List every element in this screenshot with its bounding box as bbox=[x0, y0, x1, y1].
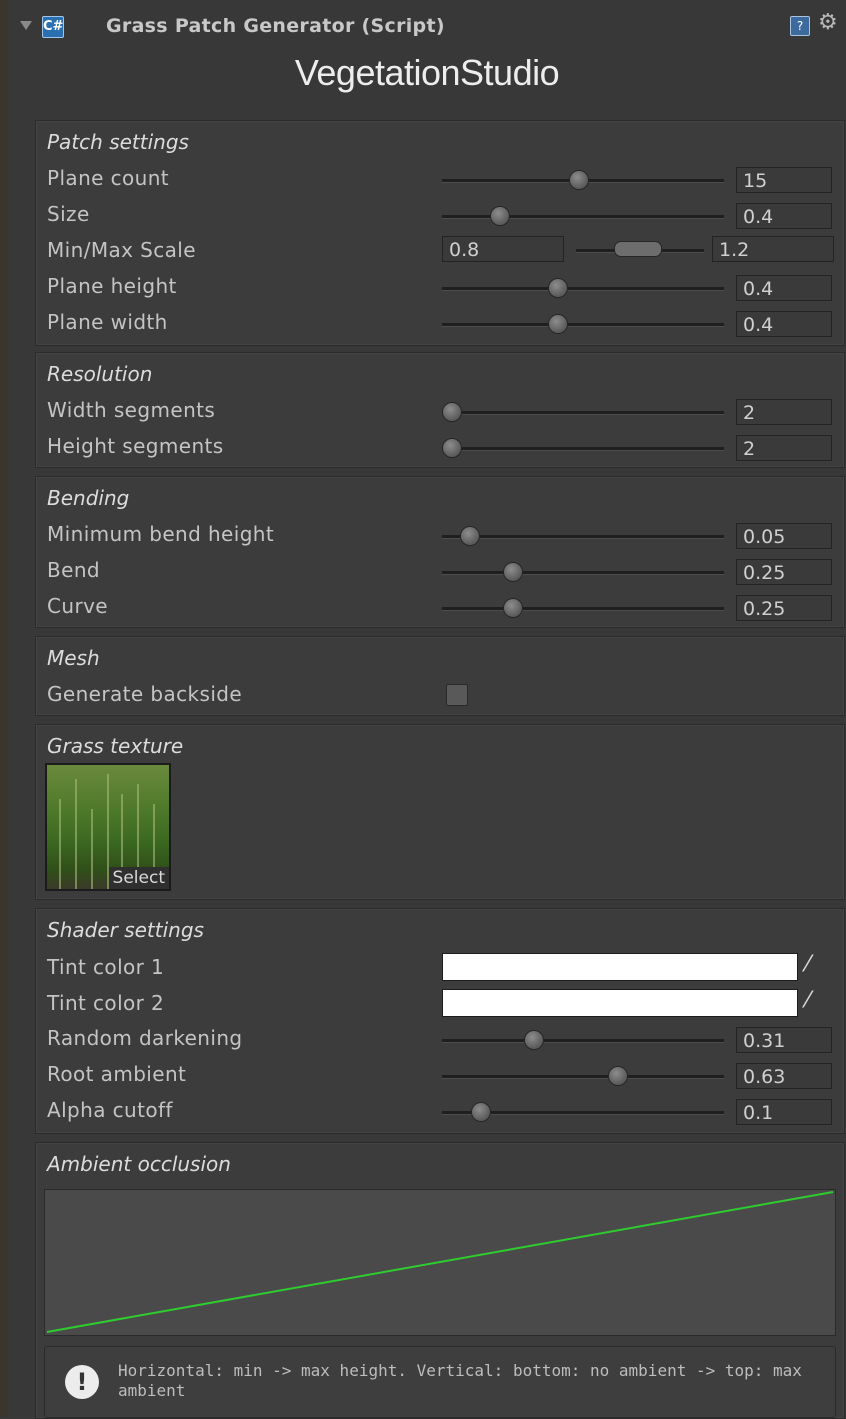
logo-text-right: Studio bbox=[460, 52, 560, 93]
slider-thumb[interactable] bbox=[608, 1066, 629, 1086]
component-title: Grass Patch Generator (Script) bbox=[106, 15, 445, 37]
slider-value-field[interactable]: 0.63 bbox=[736, 1063, 832, 1089]
slider-track[interactable] bbox=[442, 1039, 724, 1043]
slider-track[interactable] bbox=[442, 447, 724, 451]
slider-row-label: Plane count bbox=[47, 166, 170, 190]
slider-row-label: Size bbox=[47, 202, 90, 226]
component-header: C# Grass Patch Generator (Script) ? ⚙ Ve… bbox=[8, 0, 846, 108]
fold-arrow-icon[interactable] bbox=[20, 21, 32, 30]
slider-value-field[interactable]: 0.1 bbox=[736, 1099, 832, 1125]
tint-color-1-label: Tint color 1 bbox=[47, 955, 165, 979]
slider-thumb[interactable] bbox=[568, 170, 589, 190]
bending-section: Bending Minimum bend height 0.05 Bend 0.25 C… bbox=[35, 476, 845, 628]
slider-thumb[interactable] bbox=[471, 1102, 492, 1122]
eyedropper-icon[interactable]: ⁄ bbox=[806, 952, 810, 977]
tint-color-2-field[interactable] bbox=[442, 989, 798, 1017]
section-title: Mesh bbox=[47, 646, 100, 670]
section-title: Ambient occlusion bbox=[47, 1152, 231, 1176]
slider-value-field[interactable]: 0.05 bbox=[736, 523, 832, 549]
section-title: Bending bbox=[47, 486, 130, 510]
slider-row-label: Height segments bbox=[47, 434, 224, 458]
ao-curve-field[interactable] bbox=[44, 1189, 836, 1336]
section-title: Grass texture bbox=[47, 734, 184, 758]
help-box: ! Horizontal: min -> max height. Vertica… bbox=[44, 1346, 836, 1418]
slider-value-field[interactable]: 2 bbox=[736, 435, 832, 461]
help-book-icon[interactable]: ? bbox=[790, 16, 810, 36]
eyedropper-icon[interactable]: ⁄ bbox=[806, 988, 810, 1013]
csharp-script-icon: C# bbox=[42, 16, 64, 38]
slider-thumb[interactable] bbox=[547, 314, 568, 334]
slider-row-label: Width segments bbox=[47, 398, 216, 422]
grass-blade bbox=[59, 799, 61, 889]
slider-row-label: Random darkening bbox=[47, 1026, 243, 1050]
grass-texture-slot[interactable]: Select bbox=[45, 763, 171, 891]
section-title: Shader settings bbox=[47, 918, 204, 942]
slider-thumb[interactable] bbox=[523, 1030, 544, 1050]
section-title: Resolution bbox=[47, 362, 153, 386]
grass-blade bbox=[75, 779, 77, 889]
info-icon: ! bbox=[65, 1365, 99, 1399]
slider-track[interactable] bbox=[442, 1075, 724, 1079]
generate-backside-label: Generate backside bbox=[47, 682, 243, 706]
slider-thumb[interactable] bbox=[502, 598, 523, 618]
slider-track[interactable] bbox=[442, 411, 724, 415]
mesh-section: Mesh Generate backside bbox=[35, 636, 845, 716]
left-edge-strip bbox=[0, 0, 8, 1417]
slider-thumb[interactable] bbox=[547, 278, 568, 298]
min-scale-field[interactable]: 0.8 bbox=[442, 236, 564, 262]
slider-track[interactable] bbox=[442, 535, 724, 539]
slider-thumb[interactable] bbox=[460, 526, 481, 546]
grass-blade bbox=[91, 809, 93, 889]
slider-thumb[interactable] bbox=[502, 562, 523, 582]
patch-settings-section: Patch settings Plane count 15 Size 0.4 Plane… bbox=[35, 120, 845, 346]
grass-texture-section: Grass texture Select bbox=[35, 724, 845, 900]
ambient-occlusion-section: Ambient occlusion ! Horizontal: min -> m… bbox=[35, 1142, 845, 1419]
slider-thumb[interactable] bbox=[442, 402, 462, 422]
slider-thumb[interactable] bbox=[489, 206, 510, 226]
slider-row-label: Bend bbox=[47, 558, 100, 582]
slider-value-field[interactable]: 15 bbox=[736, 167, 832, 193]
slider-value-field[interactable]: 0.4 bbox=[736, 275, 832, 301]
slider-row-label: Plane width bbox=[47, 310, 168, 334]
slider-row-label: Curve bbox=[47, 594, 109, 618]
slider-value-field[interactable]: 0.25 bbox=[736, 595, 832, 621]
max-scale-field[interactable]: 1.2 bbox=[712, 236, 834, 262]
shader-settings-section: Shader settings Tint color 1 ⁄ Tint colo… bbox=[35, 908, 845, 1134]
resolution-section: Resolution Width segments 2 Height segment… bbox=[35, 352, 845, 468]
logo-text-left: Vegetation bbox=[294, 52, 461, 93]
slider-row-label: Alpha cutoff bbox=[47, 1098, 173, 1122]
slider-track[interactable] bbox=[442, 215, 724, 219]
generate-backside-checkbox[interactable] bbox=[446, 684, 468, 706]
slider-value-field[interactable]: 0.4 bbox=[736, 203, 832, 229]
tint-color-2-label: Tint color 2 bbox=[47, 991, 165, 1015]
vegetation-studio-logo: VegetationStudio bbox=[8, 52, 846, 94]
gear-icon[interactable]: ⚙ bbox=[818, 10, 838, 35]
slider-row-label: Plane height bbox=[47, 274, 177, 298]
slider-thumb[interactable] bbox=[442, 438, 462, 458]
slider-value-field[interactable]: 0.31 bbox=[736, 1027, 832, 1053]
minmax-slider-handle[interactable] bbox=[614, 241, 662, 257]
slider-track[interactable] bbox=[442, 571, 724, 575]
slider-track[interactable] bbox=[442, 323, 724, 327]
ao-curve-svg bbox=[46, 1191, 834, 1333]
help-text: Horizontal: min -> max height. Vertical:… bbox=[118, 1361, 802, 1400]
section-title: Patch settings bbox=[47, 130, 189, 154]
slider-value-field[interactable]: 0.25 bbox=[736, 559, 832, 585]
slider-value-field[interactable]: 0.4 bbox=[736, 311, 832, 337]
minmax-scale-label: Min/Max Scale bbox=[47, 238, 196, 262]
slider-row-label: Minimum bend height bbox=[47, 522, 275, 546]
select-texture-button[interactable]: Select bbox=[108, 867, 169, 889]
slider-track[interactable] bbox=[442, 287, 724, 291]
slider-value-field[interactable]: 2 bbox=[736, 399, 832, 425]
tint-color-1-field[interactable] bbox=[442, 953, 798, 981]
ao-curve-line bbox=[46, 1191, 834, 1333]
slider-track[interactable] bbox=[442, 607, 724, 611]
slider-row-label: Root ambient bbox=[47, 1062, 187, 1086]
